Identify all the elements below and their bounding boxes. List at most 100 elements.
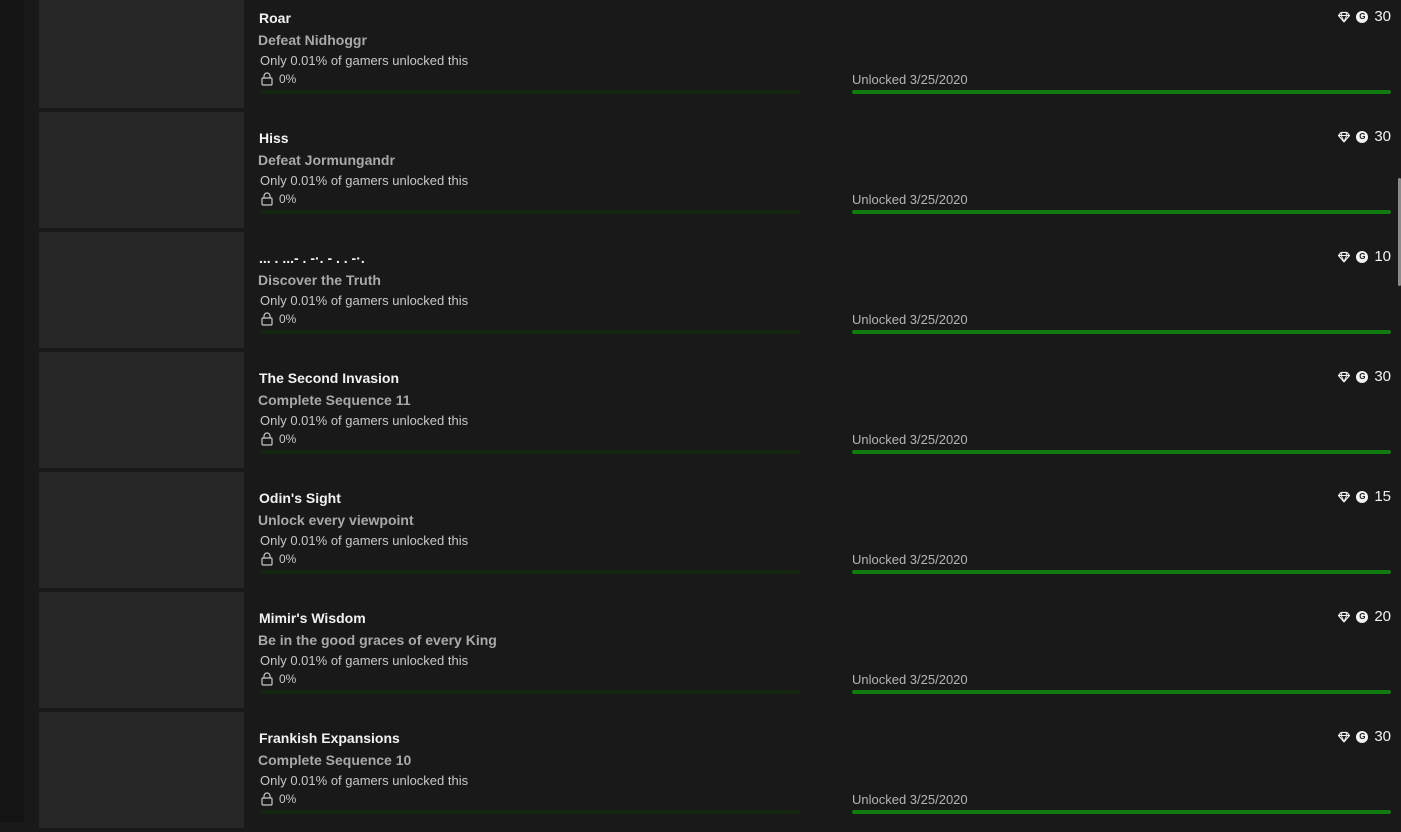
achievement-rarity-text: Only 0.01% of gamers unlocked this [260, 293, 469, 308]
achievement-rarity-text: Only 0.01% of gamers unlocked this [260, 53, 469, 68]
global-progress-percent: 0% [279, 72, 297, 86]
gamerscore-g-icon: G [1356, 610, 1369, 623]
achievement-row[interactable]: Roar Defeat Nidhoggr Only 0.01% of gamer… [39, 0, 1401, 108]
unlock-progress-bar [852, 810, 1391, 814]
unlock-progress-fill [852, 810, 1391, 814]
achievement-rarity-text: Only 0.01% of gamers unlocked this [260, 533, 469, 548]
unlocked-date: Unlocked 3/25/2020 [852, 192, 968, 207]
diamond-icon [1338, 11, 1351, 23]
achievement-description: Defeat Jormungandr [258, 152, 395, 168]
lock-icon [261, 552, 273, 566]
unlock-progress-fill [852, 570, 1391, 574]
achievement-thumbnail [39, 472, 244, 588]
global-progress-bar [260, 90, 800, 94]
unlock-progress-fill [852, 90, 1391, 94]
achievement-row[interactable]: Odin's Sight Unlock every viewpoint Only… [39, 472, 1401, 588]
achievement-rarity-text: Only 0.01% of gamers unlocked this [260, 773, 469, 788]
gamerscore-g-icon: G [1356, 490, 1369, 503]
gamerscore-value: 15 [1374, 488, 1391, 505]
left-rail [0, 0, 24, 822]
achievement-description: Discover the Truth [258, 272, 381, 288]
achievement-description: Defeat Nidhoggr [258, 32, 367, 48]
gamerscore-value: 20 [1374, 608, 1391, 625]
gamerscore-g-icon: G [1356, 730, 1369, 743]
achievement-title: Mimir's Wisdom [259, 610, 366, 626]
lock-icon [261, 312, 273, 326]
global-progress-bar [260, 330, 800, 334]
achievement-description: Complete Sequence 11 [258, 392, 411, 408]
diamond-icon [1338, 251, 1351, 263]
achievement-row[interactable]: Mimir's Wisdom Be in the good graces of … [39, 592, 1401, 708]
global-progress-bar [260, 690, 800, 694]
achievement-thumbnail [39, 232, 244, 348]
achievement-thumbnail [39, 112, 244, 228]
achievement-row[interactable]: Frankish Expansions Complete Sequence 10… [39, 712, 1401, 828]
achievement-title: Frankish Expansions [259, 730, 400, 746]
global-progress-percent: 0% [279, 672, 297, 686]
lock-icon [261, 792, 273, 806]
lock-icon [261, 432, 273, 446]
unlock-progress-bar [852, 330, 1391, 334]
global-progress-percent: 0% [279, 312, 297, 326]
gamerscore-value: 30 [1374, 8, 1391, 25]
unlocked-date: Unlocked 3/25/2020 [852, 552, 968, 567]
unlock-progress-fill [852, 330, 1391, 334]
global-progress-bar [260, 570, 800, 574]
gamerscore: G 15 [1338, 488, 1391, 505]
achievement-rarity-text: Only 0.01% of gamers unlocked this [260, 653, 469, 668]
achievement-row[interactable]: The Second Invasion Complete Sequence 11… [39, 352, 1401, 468]
unlock-progress-fill [852, 210, 1391, 214]
unlock-progress-bar [852, 690, 1391, 694]
gamerscore-g-icon: G [1356, 10, 1369, 23]
diamond-icon [1338, 611, 1351, 623]
achievement-row[interactable]: ... . ...- . -·. - . . -·. Discover the … [39, 232, 1401, 348]
unlock-progress-fill [852, 690, 1391, 694]
gamerscore: G 30 [1338, 128, 1391, 145]
gamerscore-value: 30 [1374, 368, 1391, 385]
diamond-icon [1338, 731, 1351, 743]
achievement-title: Hiss [259, 130, 289, 146]
achievement-title: The Second Invasion [259, 370, 400, 386]
achievement-thumbnail [39, 592, 244, 708]
unlock-progress-bar [852, 450, 1391, 454]
diamond-icon [1338, 131, 1351, 143]
gamerscore-value: 10 [1374, 248, 1391, 265]
gamerscore: G 30 [1338, 368, 1391, 385]
gamerscore: G 30 [1338, 728, 1391, 745]
diamond-icon [1338, 371, 1351, 383]
gamerscore-g-icon: G [1356, 130, 1369, 143]
gamerscore: G 30 [1338, 8, 1391, 25]
achievement-row[interactable]: Hiss Defeat Jormungandr Only 0.01% of ga… [39, 112, 1401, 228]
unlock-progress-bar [852, 210, 1391, 214]
unlocked-date: Unlocked 3/25/2020 [852, 432, 968, 447]
unlocked-date: Unlocked 3/25/2020 [852, 312, 968, 327]
unlock-progress-fill [852, 450, 1391, 454]
global-progress-bar [260, 810, 800, 814]
global-progress-percent: 0% [279, 192, 297, 206]
global-progress-percent: 0% [279, 432, 297, 446]
unlocked-date: Unlocked 3/25/2020 [852, 72, 968, 87]
unlock-progress-bar [852, 90, 1391, 94]
lock-icon [261, 72, 273, 86]
global-progress-bar [260, 210, 800, 214]
achievement-description: Complete Sequence 10 [258, 752, 412, 768]
achievement-description: Be in the good graces of every King [258, 632, 497, 648]
gamerscore-value: 30 [1374, 728, 1391, 745]
achievement-thumbnail [39, 352, 244, 468]
achievement-rarity-text: Only 0.01% of gamers unlocked this [260, 173, 469, 188]
global-progress-bar [260, 450, 800, 454]
lock-icon [261, 192, 273, 206]
unlocked-date: Unlocked 3/25/2020 [852, 672, 968, 687]
achievement-description: Unlock every viewpoint [258, 512, 414, 528]
achievement-thumbnail [39, 0, 244, 108]
achievement-rarity-text: Only 0.01% of gamers unlocked this [260, 413, 469, 428]
global-progress-percent: 0% [279, 792, 297, 806]
gamerscore-g-icon: G [1356, 250, 1369, 263]
unlocked-date: Unlocked 3/25/2020 [852, 792, 968, 807]
achievement-thumbnail [39, 712, 244, 828]
global-progress-percent: 0% [279, 552, 297, 566]
achievement-title: ... . ...- . -·. - . . -·. [259, 250, 365, 266]
unlock-progress-bar [852, 570, 1391, 574]
diamond-icon [1338, 491, 1351, 503]
achievement-title: Odin's Sight [259, 490, 341, 506]
